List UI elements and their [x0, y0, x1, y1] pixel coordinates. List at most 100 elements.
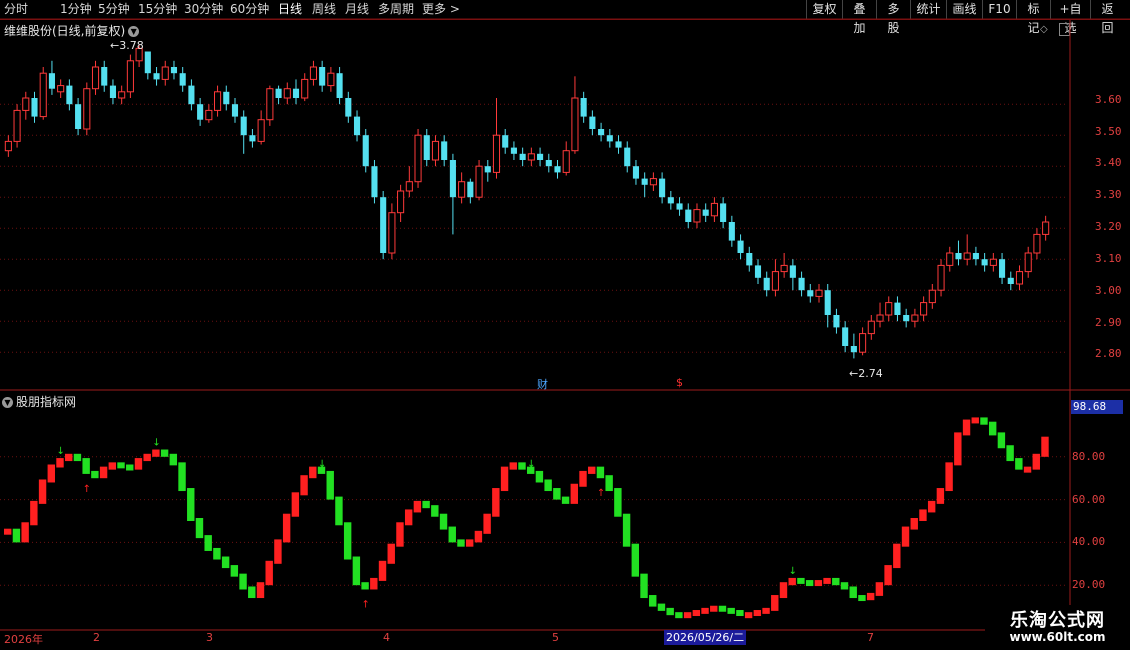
indicator-bar — [919, 509, 927, 521]
x-axis-label: 2 — [93, 631, 100, 644]
candle-body-up — [475, 165, 483, 198]
candle-body-down — [362, 135, 369, 167]
candle-body-down — [606, 135, 613, 142]
buy-arrow-icon: ↑ — [1059, 0, 1067, 3]
indicator-bar — [178, 462, 186, 492]
indicator-bar — [65, 453, 73, 462]
indicator-bar — [221, 556, 230, 569]
candle-body-down — [48, 73, 55, 89]
indicator-bar — [962, 419, 971, 436]
indicator-bar — [500, 466, 509, 492]
indicator-title-text: 股朋指标网 — [16, 395, 77, 409]
price-axis-label: 2.80 — [1095, 347, 1122, 360]
indicator-bar — [370, 577, 378, 590]
dividend-event-marker[interactable]: $ — [676, 376, 683, 389]
indicator-bar — [1032, 453, 1040, 470]
indicator-bar — [631, 543, 640, 577]
candle-body-up — [91, 66, 100, 90]
candle-body-up — [710, 202, 718, 217]
candle-body-down — [580, 98, 587, 117]
x-axis-label: 4 — [383, 631, 390, 644]
indicator-bar — [675, 612, 683, 619]
candle-body-down — [179, 73, 186, 86]
indicator-bar — [448, 526, 456, 543]
candle-body-down — [249, 135, 256, 142]
indicator-bar — [474, 530, 483, 543]
indicator-bar — [849, 586, 857, 599]
indicator-bar — [126, 464, 134, 471]
indicator-bar — [361, 582, 369, 590]
candle-body-up — [562, 150, 570, 173]
chevron-down-icon[interactable]: ▼ — [2, 397, 13, 408]
candle-body-up — [388, 212, 396, 254]
candle-body-down — [554, 166, 561, 173]
indicator-bar — [396, 522, 404, 547]
candle-body-up — [214, 91, 222, 111]
candle-body-up — [815, 289, 823, 297]
candle-body-down — [972, 253, 979, 260]
candle-body-up — [859, 333, 867, 353]
candle-body-up — [867, 320, 875, 335]
indicator-bar — [605, 475, 613, 492]
candle-body-up — [4, 140, 12, 152]
indicator-bar — [387, 543, 395, 564]
candle-body-up — [780, 264, 788, 273]
candle-body-up — [876, 314, 884, 322]
indicator-bar — [282, 513, 291, 543]
sell-arrow-icon: ↓ — [56, 446, 64, 457]
indicator-bar — [343, 522, 352, 560]
candle-body-up — [57, 85, 65, 93]
indicator-bar — [727, 607, 735, 614]
indicator-bar — [143, 453, 151, 462]
candle-body-down — [981, 259, 988, 266]
candle-body-down — [319, 67, 326, 86]
candle-body-down — [999, 259, 1006, 278]
candle-body-down — [807, 290, 814, 297]
indicator-bar — [256, 582, 265, 599]
indicator-bar — [248, 586, 256, 599]
candle-body-up — [920, 302, 928, 316]
indicator-bar — [788, 577, 796, 586]
indicator-bar — [840, 582, 849, 590]
candle-body-up — [327, 72, 335, 87]
candle-body-up — [492, 134, 501, 173]
candle-body-down — [728, 222, 735, 241]
candle-body-down — [75, 104, 82, 129]
indicator-current-value: 98.68 — [1071, 400, 1123, 414]
indicator-bar — [12, 528, 21, 543]
candle-body-down — [441, 141, 448, 160]
candle-body-down — [371, 166, 378, 198]
indicator-bar — [614, 488, 622, 517]
x-axis-label: 5 — [552, 631, 559, 644]
indicator-bar — [927, 500, 936, 513]
finance-event-marker[interactable]: 财 — [537, 376, 548, 392]
indicator-bar — [108, 462, 117, 470]
candle-body-down — [101, 67, 108, 86]
sell-arrow-icon: ↓ — [152, 438, 160, 449]
candle-body-down — [615, 141, 622, 148]
candle-body-down — [833, 315, 840, 328]
candle-body-up — [458, 181, 466, 198]
indicator-bar — [309, 466, 317, 479]
watermark-url: www.60lt.com — [1009, 630, 1106, 644]
indicator-bar — [378, 560, 387, 581]
candle-body-down — [510, 147, 517, 154]
indicator-bar — [492, 488, 500, 517]
candle-body-down — [737, 240, 744, 253]
low-price-annotation: ←2.74 — [849, 367, 883, 380]
candle-body-up — [161, 66, 169, 80]
kline-chart[interactable]: ↓ ↑ ↓ ↓ ↑ ↓ ↑ ↓ ↓ ↓ ↑ — [0, 0, 1130, 650]
indicator-bar — [971, 417, 979, 424]
x-axis-label: 2026年 — [4, 633, 43, 646]
candle-body-down — [240, 116, 247, 136]
candle-body-up — [1042, 221, 1050, 235]
indicator-bar — [692, 610, 701, 617]
candle-body-down — [484, 166, 491, 173]
indicator-bar — [82, 458, 90, 474]
indicator-bar — [884, 565, 892, 586]
candle-body-up — [405, 181, 413, 192]
indicator-bar — [744, 612, 753, 619]
candle-body-up — [771, 271, 779, 291]
indicator-bar — [204, 535, 212, 551]
candle-body-up — [989, 258, 997, 266]
